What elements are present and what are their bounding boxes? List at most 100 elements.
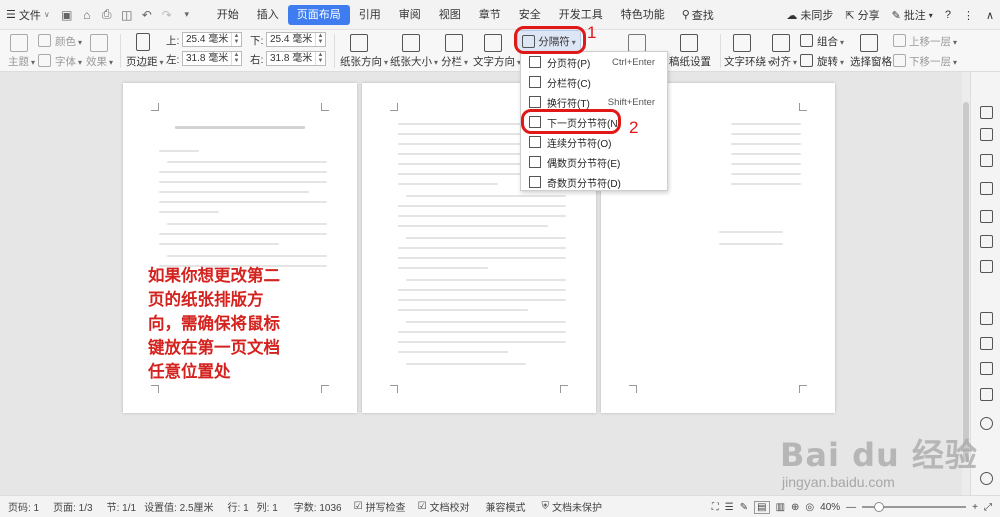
more-options-button[interactable]: ⋮ <box>963 9 974 22</box>
font-button[interactable]: 字体 <box>55 54 82 69</box>
rotate-button[interactable]: 旋转 <box>817 54 844 69</box>
more-icon[interactable]: ▾ <box>180 9 194 20</box>
spinner-arrows[interactable]: ▲ ▼ <box>231 33 241 46</box>
menu-item-even-page-section-break[interactable]: 偶数页分节符(E) <box>521 152 667 172</box>
save-icon[interactable]: ▣ <box>60 8 74 22</box>
chart-icon[interactable] <box>980 260 993 273</box>
outline-icon[interactable]: ☰ <box>725 502 734 513</box>
selection-pane-button[interactable]: 选择窗格 <box>850 54 892 69</box>
tab-special[interactable]: 特色功能 <box>612 5 674 25</box>
text-wrap-button[interactable]: 文字环绕 <box>724 54 772 69</box>
spinner-arrows[interactable]: ▲ ▼ <box>231 52 241 65</box>
page-view-icon[interactable]: ▤ <box>754 500 770 514</box>
tab-security[interactable]: 安全 <box>510 5 550 25</box>
page-number[interactable]: 页码: 1 <box>8 499 39 514</box>
spinner-arrows[interactable]: ▲ ▼ <box>315 33 325 46</box>
file-menu[interactable]: ☰ 文件 ∨ <box>0 0 56 30</box>
manuscript-button[interactable]: 稿纸设置 <box>669 54 711 69</box>
align-button[interactable]: 对齐 <box>770 54 797 69</box>
tab-insert[interactable]: 插入 <box>248 5 288 25</box>
group-button[interactable]: 组合 <box>817 34 844 49</box>
tab-chapter[interactable]: 章节 <box>470 5 510 25</box>
sync-button[interactable]: ☁ 未同步 <box>786 7 833 23</box>
text-wrap-icon[interactable] <box>733 34 751 52</box>
help-button[interactable]: ? <box>945 9 951 21</box>
orientation-icon[interactable] <box>350 34 368 52</box>
compat-mode[interactable]: 兼容模式 <box>486 499 526 514</box>
theme-label[interactable]: 主题 <box>8 54 35 69</box>
send-backward-button[interactable]: 下移一层 <box>909 54 957 69</box>
tab-home[interactable]: 开始 <box>208 5 248 25</box>
menu-item-column-break[interactable]: 分栏符(C) <box>521 72 667 92</box>
text-direction-button[interactable]: 文字方向 <box>473 54 521 69</box>
collapse-ribbon-button[interactable]: ∧ <box>986 9 994 22</box>
text-line <box>167 255 327 257</box>
color-button[interactable]: 颜色 <box>55 34 82 49</box>
print-preview-icon[interactable]: ◫ <box>120 8 134 22</box>
word-count[interactable]: 字数: 1036 <box>294 499 342 514</box>
bring-forward-button[interactable]: 上移一层 <box>909 34 957 49</box>
setting-value[interactable]: 设置值: 2.5厘米 <box>144 499 213 514</box>
text-line <box>398 257 566 259</box>
protect-button[interactable]: ⛨ 文档未保护 <box>542 499 603 514</box>
right-margin-input[interactable]: 31.8 毫米 ▲ ▼ <box>266 51 326 66</box>
align-icon[interactable] <box>772 34 790 52</box>
tab-references[interactable]: 引用 <box>350 5 390 25</box>
tab-review[interactable]: 审阅 <box>390 5 430 25</box>
selection-pane-icon[interactable] <box>860 34 878 52</box>
row-indicator[interactable]: 行: 1 <box>228 499 249 514</box>
orientation-button[interactable]: 纸张方向 <box>340 54 388 69</box>
grid-icon[interactable] <box>980 235 993 248</box>
shapes-icon[interactable] <box>980 154 993 167</box>
effect-icon[interactable] <box>90 34 108 52</box>
export-icon[interactable] <box>980 388 993 401</box>
paper-size-icon[interactable] <box>402 34 420 52</box>
text-line <box>398 289 566 291</box>
compass-icon[interactable] <box>980 417 993 430</box>
edit-mode-icon[interactable]: ✎ <box>740 502 748 513</box>
comment-button[interactable]: ✎ 批注 ▾ <box>892 7 933 23</box>
section-indicator[interactable]: 节: 1/1 <box>107 499 136 514</box>
layers-icon[interactable] <box>980 362 993 375</box>
top-margin-input[interactable]: 25.4 毫米 ▲ ▼ <box>182 32 242 47</box>
pointer-icon[interactable] <box>980 128 993 141</box>
column-indicator[interactable]: 列: 1 <box>257 499 278 514</box>
tab-page-layout[interactable]: 页面布局 <box>287 4 350 25</box>
theme-icon[interactable] <box>10 34 28 52</box>
search-button[interactable]: ⚲ 查找 <box>674 7 722 23</box>
tab-view[interactable]: 视图 <box>430 5 470 25</box>
margin-label[interactable]: 页边距 <box>126 54 164 69</box>
page-count[interactable]: 页面: 1/3 <box>53 499 92 514</box>
margin-icon[interactable] <box>136 33 150 51</box>
fullscreen-icon[interactable]: ⛶ <box>712 502 719 513</box>
undo-icon[interactable]: ↶ <box>140 8 154 22</box>
tools-icon[interactable] <box>980 182 993 195</box>
document-icon[interactable] <box>980 312 993 325</box>
effect-label[interactable]: 效果 <box>86 54 113 69</box>
left-margin-input[interactable]: 31.8 毫米 ▲ ▼ <box>182 51 242 66</box>
table-icon[interactable] <box>980 210 993 223</box>
spell-check-button[interactable]: ☑ 拼写检查 <box>354 499 406 514</box>
scrollbar-thumb[interactable] <box>963 102 969 462</box>
menu-item-continuous-section-break[interactable]: 连续分节符(O) <box>521 132 667 152</box>
text-direction-icon[interactable] <box>484 34 502 52</box>
columns-button[interactable]: 分栏 <box>441 54 468 69</box>
bottom-margin-input[interactable]: 25.4 毫米 ▲ ▼ <box>266 32 326 47</box>
manuscript-icon[interactable] <box>680 34 698 52</box>
menu-item-page-break[interactable]: 分页符(P) Ctrl+Enter <box>521 52 667 72</box>
watermark-logo: Bai du 经验 <box>780 436 978 474</box>
menu-item-odd-page-section-break[interactable]: 奇数页分节符(D) <box>521 172 667 192</box>
edit-icon[interactable] <box>980 337 993 350</box>
columns-icon[interactable] <box>445 34 463 52</box>
text-line <box>398 225 548 227</box>
format-painter-icon[interactable]: ⌂ <box>80 8 94 22</box>
doc-check-button[interactable]: ☑ 文档校对 <box>418 499 470 514</box>
print-icon[interactable]: ⎙ <box>100 7 114 22</box>
pen-icon[interactable] <box>980 106 993 119</box>
redo-icon[interactable]: ↷ <box>160 8 174 22</box>
paper-size-button[interactable]: 纸张大小 <box>390 54 438 69</box>
share-button[interactable]: ⇱ 分享 <box>845 7 879 23</box>
spinner-arrows[interactable]: ▲ ▼ <box>315 52 325 65</box>
text-line <box>159 201 327 203</box>
tab-developer[interactable]: 开发工具 <box>550 5 612 25</box>
